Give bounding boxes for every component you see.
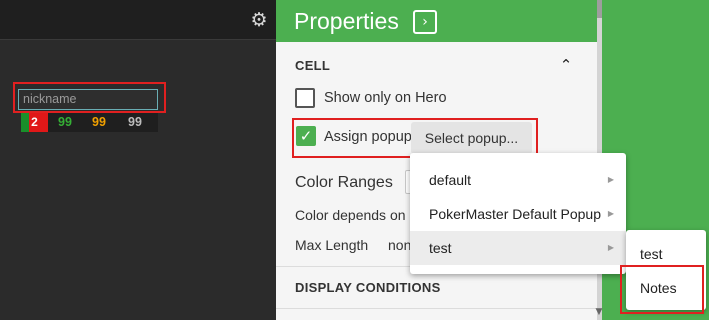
menu-item-label: default xyxy=(429,172,472,188)
triangle-right-icon: ▶ xyxy=(607,243,614,252)
hud-stat-hands[interactable]: 99 xyxy=(128,113,142,132)
panel-header: Properties › xyxy=(276,0,600,42)
gear-icon[interactable]: ⚙ xyxy=(249,10,269,30)
menu-item-test[interactable]: test ▶ xyxy=(410,231,626,265)
scrollbar-thumb[interactable] xyxy=(597,0,602,18)
select-popup-button[interactable]: Select popup... xyxy=(411,122,532,154)
popup-select-menu: default ▶ PokerMaster Default Popup ▶ te… xyxy=(410,153,626,274)
assign-popup-label[interactable]: Assign popup xyxy=(324,128,412,146)
hud-canvas xyxy=(0,0,276,320)
highlight-box-notes xyxy=(620,265,704,314)
divider xyxy=(276,308,600,309)
nickname-cell[interactable]: nickname xyxy=(18,89,158,110)
chevron-right-icon[interactable]: › xyxy=(413,10,437,34)
menu-item-label: PokerMaster Default Popup xyxy=(429,206,601,222)
section-header-display-conditions[interactable]: DISPLAY CONDITIONS xyxy=(295,280,441,295)
hud-stat-vpip[interactable]: 2 xyxy=(21,113,48,132)
triangle-right-icon: ▶ xyxy=(607,209,614,218)
menu-item-pokermaster-default-popup[interactable]: PokerMaster Default Popup ▶ xyxy=(410,197,626,231)
canvas-toolbar xyxy=(0,0,276,40)
color-depends-on-label: Color depends on xyxy=(295,207,406,223)
chevron-up-icon[interactable]: ⌃ xyxy=(557,56,575,74)
max-length-label: Max Length xyxy=(295,237,369,253)
triangle-right-icon: ▶ xyxy=(607,175,614,184)
show-only-on-hero-checkbox[interactable] xyxy=(295,88,315,108)
scroll-down-arrow-icon[interactable]: ▼ xyxy=(594,307,604,317)
color-ranges-label: Color Ranges xyxy=(295,174,393,191)
menu-item-label: test xyxy=(429,240,452,256)
hud-stat-pfr[interactable]: 99 xyxy=(58,113,72,132)
page-title: Properties xyxy=(294,8,399,34)
check-icon[interactable]: ✓ xyxy=(296,126,316,146)
hud-stats-row[interactable]: 2 99 99 99 xyxy=(21,113,158,132)
hud-stat-3bet[interactable]: 99 xyxy=(92,113,106,132)
max-length-value[interactable]: non xyxy=(388,236,411,254)
menu-item-default[interactable]: default ▶ xyxy=(410,163,626,197)
show-only-on-hero-label[interactable]: Show only on Hero xyxy=(324,89,447,107)
section-header-cell: CELL xyxy=(295,58,331,73)
